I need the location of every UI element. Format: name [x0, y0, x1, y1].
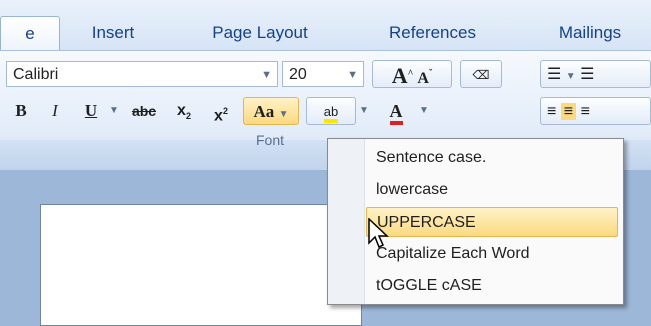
font-color-icon: A [389, 101, 403, 125]
highlighter-icon: ab [323, 104, 339, 123]
underline-button[interactable]: U [76, 97, 106, 125]
chevron-down-icon[interactable]: ▼ [261, 62, 272, 88]
font-size-combo[interactable]: 20 ▼ [282, 61, 364, 87]
document-page[interactable] [40, 204, 362, 326]
list-buttons-group: ☰ ▼ ☰ [540, 60, 651, 88]
chevron-down-icon: ▼ [278, 109, 289, 120]
tab-insert[interactable]: Insert [68, 16, 158, 50]
align-right-icon[interactable]: ≡ [581, 103, 590, 120]
menu-item-sentence-case[interactable]: Sentence case. [366, 143, 618, 173]
chevron-down-icon[interactable]: ▼ [356, 97, 372, 125]
subscript-button[interactable]: x2 [168, 97, 200, 125]
shrink-font-button[interactable]: Aˇ [417, 69, 432, 87]
chevron-down-icon[interactable]: ▼ [106, 97, 122, 125]
menu-item-label: Sentence case. [376, 149, 487, 166]
chevron-down-icon[interactable]: ▼ [566, 71, 576, 82]
superscript-button[interactable]: x2 [204, 97, 238, 125]
italic-button[interactable]: I [40, 97, 70, 125]
tab-page-layout[interactable]: Page Layout [190, 16, 330, 50]
menu-item-label: Capitalize Each Word [376, 245, 530, 262]
tab-home[interactable]: e [0, 16, 60, 51]
menu-item-label: lowercase [376, 181, 449, 198]
align-center-icon[interactable]: ≡ [560, 103, 577, 120]
eraser-icon: ⌫ [472, 68, 490, 82]
grow-font-button[interactable]: A^ [392, 63, 414, 88]
text-highlight-button[interactable]: ab [306, 97, 356, 125]
change-case-label: Aa [253, 102, 275, 121]
ribbon-tab-bar: e Insert Page Layout References Mailings [0, 0, 651, 51]
align-left-icon[interactable]: ≡ [547, 103, 556, 120]
chevron-down-icon[interactable]: ▼ [347, 62, 358, 88]
grow-shrink-font-group: A^ Aˇ [372, 60, 452, 88]
font-name-combo[interactable]: Calibri ▼ [6, 61, 278, 87]
font-name-value: Calibri [13, 66, 59, 83]
font-color-button[interactable]: A [376, 97, 416, 125]
menu-item-label: tOGGLE cASE [376, 277, 482, 294]
tab-references[interactable]: References [365, 16, 500, 50]
menu-item-label: UPPERCASE [377, 214, 476, 231]
menu-item-lowercase[interactable]: lowercase [366, 175, 618, 205]
menu-icon-strip [328, 139, 365, 304]
chevron-down-icon[interactable]: ▼ [416, 97, 432, 125]
strikethrough-button[interactable]: abc [126, 97, 162, 125]
menu-item-capitalize-each-word[interactable]: Capitalize Each Word [366, 239, 618, 269]
menu-item-uppercase[interactable]: UPPERCASE [366, 207, 618, 237]
menu-item-toggle-case[interactable]: tOGGLE cASE [366, 271, 618, 301]
font-size-value: 20 [289, 66, 307, 83]
tab-mailings[interactable]: Mailings [535, 16, 645, 50]
numbering-icon[interactable]: ☰ [580, 66, 594, 83]
align-buttons-group: ≡ ≡ ≡ [540, 97, 651, 125]
bullets-icon[interactable]: ☰ [547, 66, 561, 83]
mouse-pointer-icon [368, 217, 390, 255]
clear-formatting-button[interactable]: ⌫ [460, 60, 502, 88]
bold-button[interactable]: B [6, 97, 36, 125]
change-case-button[interactable]: Aa ▼ [243, 97, 299, 125]
